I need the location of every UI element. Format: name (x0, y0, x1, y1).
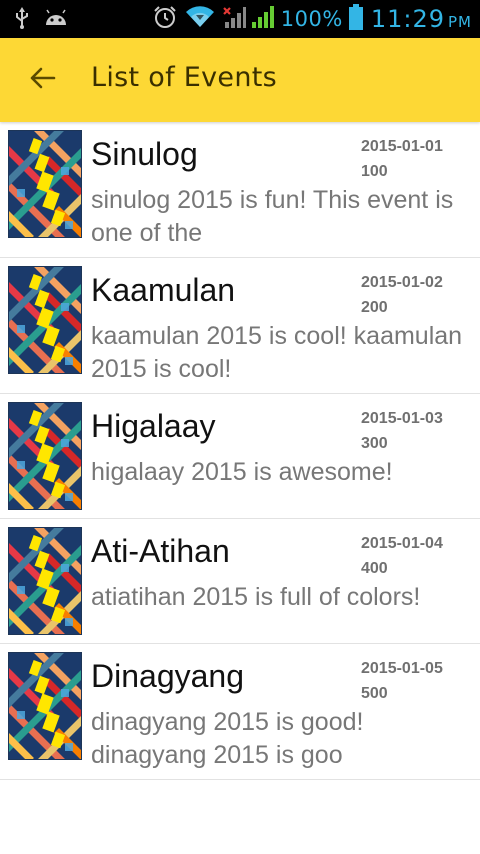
event-list-item[interactable]: Dinagyang 2015-01-05 500 dinagyang 2015 … (0, 644, 480, 780)
clock-ampm: PM (448, 13, 472, 31)
back-arrow-icon (28, 66, 56, 94)
event-description: dinagyang 2015 is good! dinagyang 2015 i… (91, 708, 364, 769)
event-thumbnail-image (8, 402, 82, 510)
event-thumbnail-image (8, 527, 82, 635)
event-list: Sinulog 2015-01-01 100 sinulog 2015 is f… (0, 122, 480, 780)
signal-no-data-icon (221, 4, 247, 34)
event-description: kaamulan 2015 is cool! kaamulan 2015 is … (91, 322, 463, 383)
event-description: sinulog 2015 is fun! This event is one o… (91, 186, 454, 247)
signal-strength-icon (251, 4, 275, 34)
event-date: 2015-01-04 (361, 535, 443, 552)
event-meta: 2015-01-03 300 (361, 406, 443, 456)
event-date: 2015-01-01 (361, 138, 443, 155)
event-description: atiatihan 2015 is full of colors! (91, 583, 421, 611)
event-thumbnail-image (8, 652, 82, 760)
event-number: 500 (361, 685, 388, 702)
event-number: 300 (361, 435, 388, 452)
status-bar: 100% 11:29 PM (0, 0, 480, 38)
event-number: 200 (361, 299, 388, 316)
event-meta: 2015-01-05 500 (361, 656, 443, 706)
event-title: Dinagyang (91, 658, 244, 694)
back-button[interactable] (22, 60, 62, 100)
event-list-item[interactable]: Higalaay 2015-01-03 300 higalaay 2015 is… (0, 394, 480, 519)
event-thumbnail-image (8, 266, 82, 374)
page-title: List of Events (91, 62, 278, 93)
event-description: higalaay 2015 is awesome! (91, 458, 393, 486)
app-bar: List of Events (0, 38, 480, 122)
event-title: Kaamulan (91, 272, 236, 308)
event-number: 100 (361, 163, 388, 180)
event-meta: 2015-01-04 400 (361, 531, 443, 581)
clock-time: 11:29 (370, 5, 445, 33)
event-title: Sinulog (91, 136, 198, 172)
status-right-icons: 100% 11:29 PM (153, 3, 472, 35)
status-left-icons (14, 7, 68, 33)
event-date: 2015-01-05 (361, 660, 443, 677)
battery-percent: 100% (280, 7, 343, 31)
event-list-item[interactable]: Kaamulan 2015-01-02 200 kaamulan 2015 is… (0, 258, 480, 394)
battery-icon (348, 4, 363, 34)
usb-icon (14, 7, 30, 33)
event-title: Higalaay (91, 408, 216, 444)
event-date: 2015-01-03 (361, 410, 443, 427)
event-meta: 2015-01-02 200 (361, 270, 443, 320)
event-date: 2015-01-02 (361, 274, 443, 291)
alarm-icon (153, 5, 177, 33)
event-number: 400 (361, 560, 388, 577)
event-title: Ati-Atihan (91, 533, 230, 569)
clock: 11:29 PM (371, 5, 472, 33)
event-list-item[interactable]: Ati-Atihan 2015-01-04 400 atiatihan 2015… (0, 519, 480, 644)
event-list-item[interactable]: Sinulog 2015-01-01 100 sinulog 2015 is f… (0, 122, 480, 258)
wifi-icon (185, 5, 215, 33)
android-icon (44, 9, 68, 31)
event-meta: 2015-01-01 100 (361, 134, 443, 184)
event-thumbnail-image (8, 130, 82, 238)
